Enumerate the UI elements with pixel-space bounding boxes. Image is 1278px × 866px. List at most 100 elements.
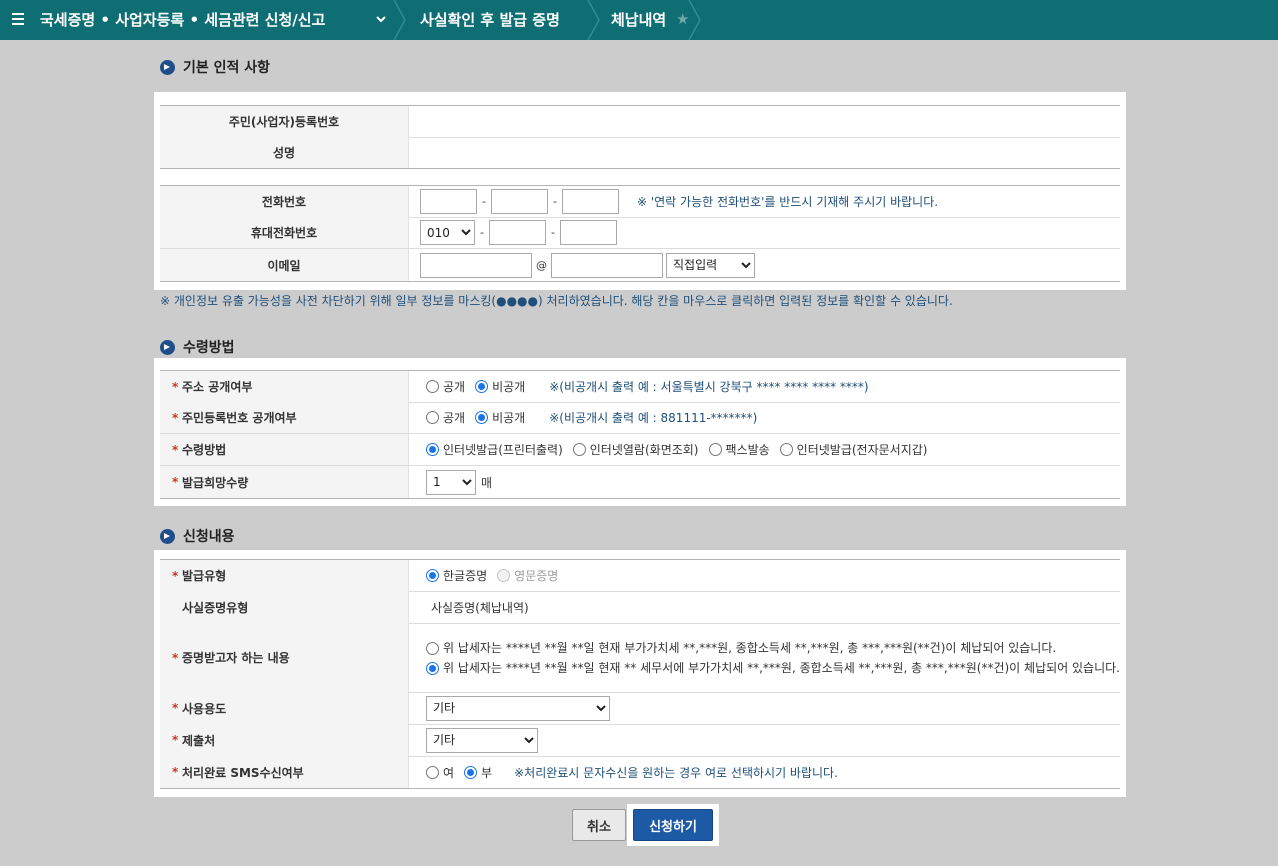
regno-row: 주민(사업자)등록번호 [160, 105, 1120, 138]
breadcrumb-separator-icon [393, 0, 406, 40]
rrn-public-options: 공개 비공개 ※(비공개시 출력 예 : 881111-*******) [426, 402, 1120, 433]
cert-type-label: 사실증명유형 [160, 591, 409, 623]
address-public-row: * 주소 공개여부 공개 비공개 ※(비공개시 출력 예 : 서울특별시 강북구 … [160, 370, 1120, 403]
issue-type-options: 한글증명 영문증명 [426, 560, 1120, 591]
radio-button[interactable] [426, 641, 439, 655]
radio-button[interactable] [572, 443, 586, 456]
dash-separator: - [482, 195, 486, 208]
cert-content-label: * 증명받고자 하는 내용 [160, 623, 409, 692]
arrow-bullet-icon [160, 340, 175, 355]
address-private-option[interactable]: 비공개 [475, 378, 525, 395]
phone-fields: - - ※ '연락 가능한 전화번호'를 반드시 기재해 주시기 바랍니다. [420, 186, 1120, 217]
regno-label: 주민(사업자)등록번호 [160, 106, 409, 137]
phone-field-2[interactable] [490, 189, 548, 214]
section-title-receive-method: 수령방법 [160, 339, 235, 359]
breadcrumb-category[interactable]: 국세증명 • 사업자등록 • 세금관련 신청/신고 [40, 0, 325, 40]
email-fields: @ 직접입력 [420, 249, 1120, 281]
method-option-wallet[interactable]: 인터넷발급(전자문서지갑) [779, 441, 927, 458]
at-sign: @ [536, 258, 547, 272]
mobile-field-2[interactable] [488, 220, 546, 245]
issue-type-korean-option[interactable]: 한글증명 [426, 567, 487, 584]
breadcrumb-subcategory[interactable]: 사실확인 후 발급 증명 [420, 0, 560, 40]
address-public-option[interactable]: 공개 [426, 378, 465, 395]
privacy-masking-note: ※ 개인정보 유출 가능성을 사전 차단하기 위해 일부 정보를 마스킹(●●●… [160, 294, 953, 308]
radio-button[interactable] [779, 443, 793, 456]
cert-content-option-2[interactable]: 위 납세자는 ****년 **월 **일 현재 ** 세무서에 부가가치세 **… [426, 661, 1123, 675]
sms-label: * 처리완료 SMS수신여부 [160, 756, 409, 788]
arrow-bullet-icon [160, 529, 175, 544]
receive-method-panel: * 주소 공개여부 공개 비공개 ※(비공개시 출력 예 : 서울특별시 강북구 … [154, 358, 1126, 506]
radio-button[interactable] [708, 443, 722, 456]
method-row: * 수령방법 인터넷발급(프린터출력) 인터넷열람(화면조회) 팩스발송 인터넷발… [160, 434, 1120, 466]
usage-row: * 사용용도 기타 [160, 692, 1120, 725]
quantity-unit: 매 [481, 475, 493, 490]
radio-button-selected[interactable] [475, 411, 489, 424]
email-id-field[interactable] [420, 252, 532, 278]
phone-field-3[interactable] [561, 189, 619, 214]
rrn-public-option[interactable]: 공개 [426, 409, 465, 426]
issue-type-english-option: 영문증명 [497, 567, 558, 584]
radio-button-selected[interactable] [464, 765, 478, 779]
submit-to-label: * 제출처 [160, 724, 409, 756]
method-option-view[interactable]: 인터넷열람(화면조회) [572, 441, 699, 458]
method-option-fax[interactable]: 팩스발송 [708, 441, 770, 458]
cert-content-options: 위 납세자는 ****년 **월 **일 현재 부가가치세 **,***원, 종… [426, 623, 1120, 692]
sms-no-option[interactable]: 부 [464, 764, 492, 781]
radio-button[interactable] [426, 380, 439, 393]
phone-label: 전화번호 [160, 186, 409, 217]
dash-separator: - [552, 195, 557, 208]
name-value [418, 137, 1120, 168]
radio-button-selected[interactable] [426, 661, 439, 675]
breadcrumb-current-page: 체납내역 [611, 11, 667, 29]
submit-to-row: * 제출처 기타 [160, 724, 1120, 757]
email-row: 이메일 @ 직접입력 [160, 249, 1120, 282]
radio-button[interactable] [426, 411, 439, 424]
radio-button[interactable] [426, 765, 439, 779]
sms-row: * 처리완료 SMS수신여부 여 부 ※처리완료시 문자수신을 원하는 경우 여로… [160, 756, 1120, 789]
chevron-down-icon[interactable] [375, 13, 387, 25]
phone-field-1[interactable] [420, 189, 477, 214]
submit-to-select[interactable]: 기타 [426, 727, 538, 753]
email-label: 이메일 [160, 249, 409, 281]
quantity-select[interactable]: 1 [426, 469, 476, 495]
usage-select[interactable]: 기타 [426, 695, 610, 721]
name-label: 성명 [160, 137, 409, 168]
request-details-panel: * 발급유형 한글증명 영문증명 사실증명유형 사실증명(체납내역) * 증명받고자… [154, 550, 1126, 797]
cert-type-value: 사실증명(체납내역) [431, 600, 529, 615]
name-row: 성명 [160, 137, 1120, 169]
hamburger-menu-icon[interactable] [12, 10, 26, 30]
radio-button-selected[interactable] [475, 380, 489, 393]
mobile-fields: 010 - - [420, 217, 1120, 248]
dash-separator: - [550, 226, 555, 239]
sms-note: ※처리완료시 문자수신을 원하는 경우 여로 선택하시기 바랍니다. [514, 765, 838, 780]
quantity-row: * 발급희망수량 1 매 [160, 466, 1120, 499]
cert-content-option-1[interactable]: 위 납세자는 ****년 **월 **일 현재 부가가치세 **,***원, 종… [426, 641, 1113, 655]
rrn-private-option[interactable]: 비공개 [475, 409, 525, 426]
usage-field: 기타 [426, 692, 1120, 724]
radio-button-selected[interactable] [426, 569, 439, 582]
cert-content-row: * 증명받고자 하는 내용 위 납세자는 ****년 **월 **일 현재 부가가… [160, 623, 1120, 693]
radio-button-selected[interactable] [426, 443, 439, 456]
submit-to-field: 기타 [426, 724, 1120, 756]
issue-type-label: * 발급유형 [160, 560, 409, 591]
mobile-prefix-select[interactable]: 010 [420, 220, 475, 245]
cancel-button[interactable]: 취소 [572, 809, 626, 841]
phone-row: 전화번호 - - ※ '연락 가능한 전화번호'를 반드시 기재해 주시기 바랍… [160, 185, 1120, 218]
section-title-request-details: 신청내용 [160, 528, 235, 548]
email-domain-select[interactable]: 직접입력 [666, 252, 755, 278]
rrn-public-row: * 주민등록번호 공개여부 공개 비공개 ※(비공개시 출력 예 : 881111… [160, 402, 1120, 434]
method-label: * 수령방법 [160, 434, 409, 465]
mobile-field-3[interactable] [559, 220, 617, 245]
address-public-label: * 주소 공개여부 [160, 371, 409, 402]
method-option-print[interactable]: 인터넷발급(프린터출력) [426, 441, 563, 458]
mobile-label: 휴대전화번호 [160, 217, 409, 248]
sms-yes-option[interactable]: 여 [426, 764, 454, 781]
email-domain-field[interactable] [551, 252, 663, 278]
issue-type-row: * 발급유형 한글증명 영문증명 [160, 559, 1120, 592]
section-title-basic-info: 기본 인적 사항 [160, 59, 270, 79]
quantity-label: * 발급희망수량 [160, 466, 409, 498]
breadcrumb-separator-icon [587, 0, 600, 40]
arrow-bullet-icon [160, 60, 175, 75]
top-navigation-bar: 국세증명 • 사업자등록 • 세금관련 신청/신고 사실확인 후 발급 증명 체… [0, 0, 1278, 40]
submit-button[interactable]: 신청하기 [633, 809, 713, 841]
